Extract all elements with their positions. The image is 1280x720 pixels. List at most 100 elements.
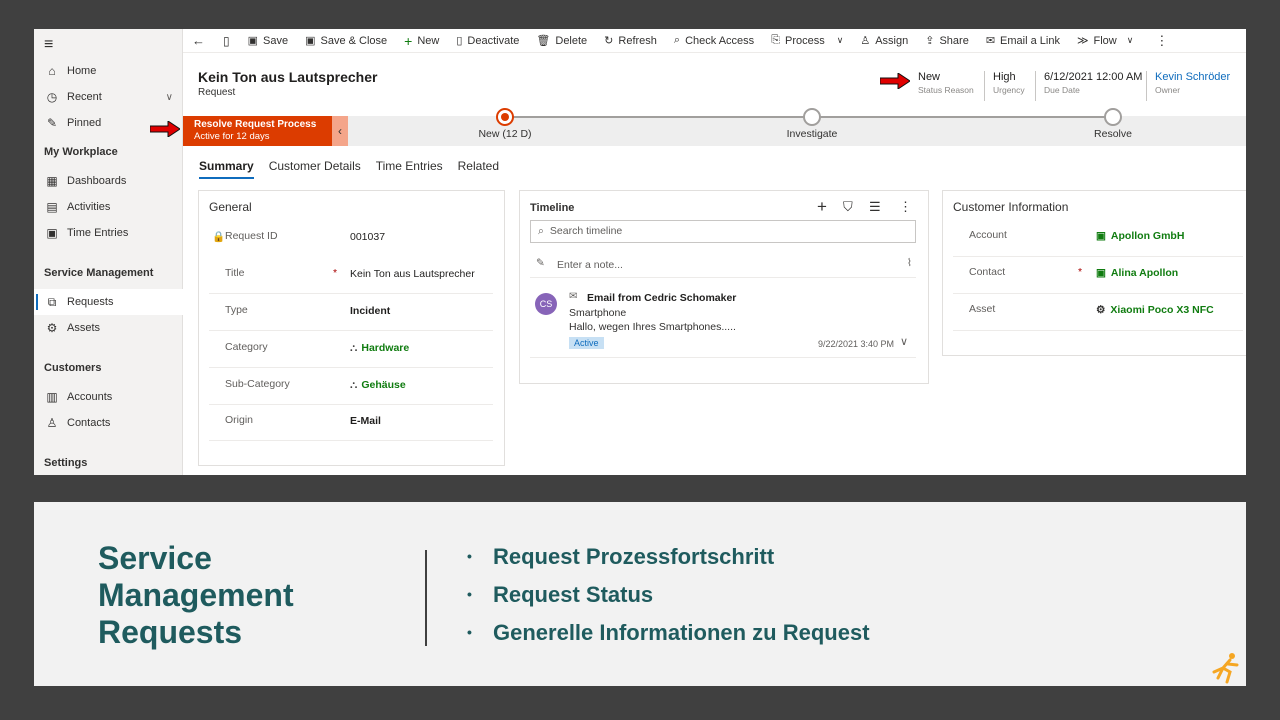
list-item: • Request Prozessfortschritt [467, 544, 775, 569]
stage-current-icon [496, 108, 514, 126]
sidebar-item-assets[interactable]: ⚙ Assets [34, 315, 183, 341]
email-link-button[interactable]: ✉ Email a Link [986, 34, 1060, 48]
section-title: Customer Information [953, 200, 1069, 214]
sidebar: ≡ ⌂ Home ◷ Recent ∨ ✎ Pinned My Workplac… [34, 29, 183, 475]
timeline-section: Timeline + ⛉ ☰ ⋮ ⌕ Search timeline ✎ Ente… [519, 190, 929, 384]
check-access-button[interactable]: ⌕ Check Access [674, 34, 754, 47]
field-account[interactable]: Account ▣ Apollon GmbH [953, 220, 1243, 257]
field-type[interactable]: Type Incident [209, 294, 493, 331]
floppy-disk-icon: ▣ [247, 35, 259, 47]
flow-icon: ≫ [1076, 35, 1089, 47]
magnifier-icon: ⌕ [673, 34, 681, 46]
status-reason-field[interactable]: New Status Reason [918, 71, 974, 95]
customer-information-section: Customer Information Account ▣ Apollon Gm… [942, 190, 1246, 356]
sidebar-item-recent[interactable]: ◷ Recent ∨ [34, 84, 183, 110]
add-icon[interactable]: + [817, 197, 827, 217]
sidebar-item-accounts[interactable]: ▥ Accounts [34, 384, 183, 410]
timeline-entry-timestamp: 9/22/2021 3:40 PM [818, 339, 895, 349]
sidebar-item-label: Assets [67, 322, 101, 334]
chevron-down-icon[interactable]: ∨ [900, 335, 908, 348]
save-close-button[interactable]: ▣ Save & Close [305, 34, 387, 48]
tab-time-entries[interactable]: Time Entries [376, 155, 443, 179]
deactivate-button[interactable]: ▯ Deactivate [456, 34, 519, 48]
share-icon: ⇪ [925, 35, 935, 47]
new-button[interactable]: + New [404, 33, 439, 49]
sidebar-item-label: Accounts [67, 391, 113, 403]
contact-card-icon: ▣ [1096, 267, 1106, 279]
process-icon: ⎘ [771, 34, 780, 46]
sidebar-item-label: Requests [67, 296, 114, 308]
hamburger-menu-icon[interactable]: ≡ [44, 36, 53, 54]
due-date-field[interactable]: 6/12/2021 12:00 AM Due Date [1035, 71, 1142, 101]
field-category[interactable]: Category ⛬ Hardware [209, 331, 493, 368]
tab-related[interactable]: Related [458, 155, 499, 179]
enter-note-input[interactable]: ✎ Enter a note... ⌇ [530, 254, 916, 278]
section-header-service-management: Service Management [44, 267, 154, 279]
email-icon: ✉ [569, 291, 578, 302]
sidebar-item-label: Pinned [67, 117, 102, 129]
sidebar-item-requests[interactable]: ⧉ Requests [34, 289, 183, 315]
section-title: General [209, 200, 252, 214]
save-button[interactable]: ▣ Save [247, 34, 288, 48]
field-title[interactable]: Title * Kein Ton aus Lautsprecher [209, 257, 493, 294]
bullet-icon: • [467, 624, 472, 640]
bullet-list: • Request Prozessfortschritt • Request Sta… [467, 544, 870, 658]
more-commands-icon[interactable]: ⋮ [1155, 33, 1168, 49]
refresh-button[interactable]: ↻ Refresh [604, 34, 657, 48]
sidebar-item-home[interactable]: ⌂ Home [34, 58, 183, 84]
delete-button[interactable]: 🗑 Delete [536, 34, 587, 48]
bpf-active-process[interactable]: Resolve Request Process Active for 12 da… [183, 116, 332, 146]
sidebar-item-label: Dashboards [67, 175, 127, 187]
chevron-left-icon[interactable]: ‹ [332, 116, 348, 146]
process-button[interactable]: ⎘ Process ∨ [771, 34, 843, 47]
tab-customer-details[interactable]: Customer Details [269, 155, 361, 179]
bpf-stage-investigate[interactable]: Investigate [752, 108, 872, 140]
lock-icon: 🔒 [212, 231, 226, 243]
assign-button[interactable]: ♙ Assign [860, 34, 908, 48]
owner-field[interactable]: Kevin Schröder Owner [1146, 71, 1230, 101]
field-sub-category[interactable]: Sub-Category ⛬ Gehäuse [209, 368, 493, 405]
pencil-icon: ✎ [536, 257, 545, 269]
bpf-stage-resolve[interactable]: Resolve [1053, 108, 1173, 140]
stage-circle-icon [1104, 108, 1122, 126]
section-header-settings[interactable]: Settings [44, 457, 87, 469]
field-contact[interactable]: Contact * ▣ Alina Apollon [953, 257, 1243, 294]
person-icon: ♙ [46, 416, 58, 430]
required-asterisk: * [333, 267, 338, 279]
section-header-customers: Customers [44, 362, 102, 374]
gear-icon: ⚙ [1096, 304, 1106, 316]
search-timeline-input[interactable]: ⌕ Search timeline [530, 220, 916, 243]
plus-icon: + [404, 32, 413, 49]
back-arrow-icon[interactable]: ← [192, 33, 205, 48]
timeline-entry[interactable]: CS ✉ Email from Cedric Schomaker Smartph… [530, 288, 916, 358]
hierarchy-icon: ⛬ [350, 379, 358, 391]
paperclip-icon[interactable]: ⌇ [907, 257, 912, 269]
sidebar-item-contacts[interactable]: ♙ Contacts [34, 410, 183, 436]
assign-person-icon: ♙ [860, 35, 871, 47]
bpf-stage-new[interactable]: New (12 D) [445, 108, 565, 140]
sidebar-item-time-entries[interactable]: ▣ Time Entries [34, 220, 183, 246]
more-options-icon[interactable]: ⋮ [899, 199, 912, 215]
timeline-entry-title[interactable]: Email from Cedric Schomaker [587, 292, 736, 304]
required-asterisk: * [1078, 266, 1083, 278]
filter-icon[interactable]: ⛉ [843, 199, 853, 215]
field-asset[interactable]: Asset ⚙ Xiaomi Poco X3 NFC [953, 294, 1243, 331]
stage-circle-icon [803, 108, 821, 126]
sidebar-item-label: Activities [67, 201, 111, 213]
urgency-field[interactable]: High Urgency [984, 71, 1025, 101]
command-bar: ← ▯ ▣ Save ▣ Save & Close + New ▯ Deactivate… [183, 29, 1246, 53]
document-deactivate-icon: ▯ [456, 35, 463, 47]
home-icon: ⌂ [48, 64, 56, 78]
sidebar-item-dashboards[interactable]: ▦ Dashboards [34, 168, 183, 194]
pin-icon: ✎ [46, 116, 58, 130]
trash-icon: 🗑 [536, 35, 551, 47]
building-icon: ▥ [46, 390, 58, 404]
chevron-down-icon[interactable]: ∨ [166, 92, 173, 103]
flow-button[interactable]: ≫ Flow ∨ [1076, 34, 1133, 48]
share-button[interactable]: ⇪ Share [925, 34, 969, 48]
form-selector-icon[interactable]: ▯ [223, 34, 230, 48]
field-origin[interactable]: Origin E-Mail [209, 404, 493, 441]
sidebar-item-activities[interactable]: ▤ Activities [34, 194, 183, 220]
tab-summary[interactable]: Summary [199, 155, 254, 179]
sort-list-icon[interactable]: ☰ [869, 199, 881, 215]
